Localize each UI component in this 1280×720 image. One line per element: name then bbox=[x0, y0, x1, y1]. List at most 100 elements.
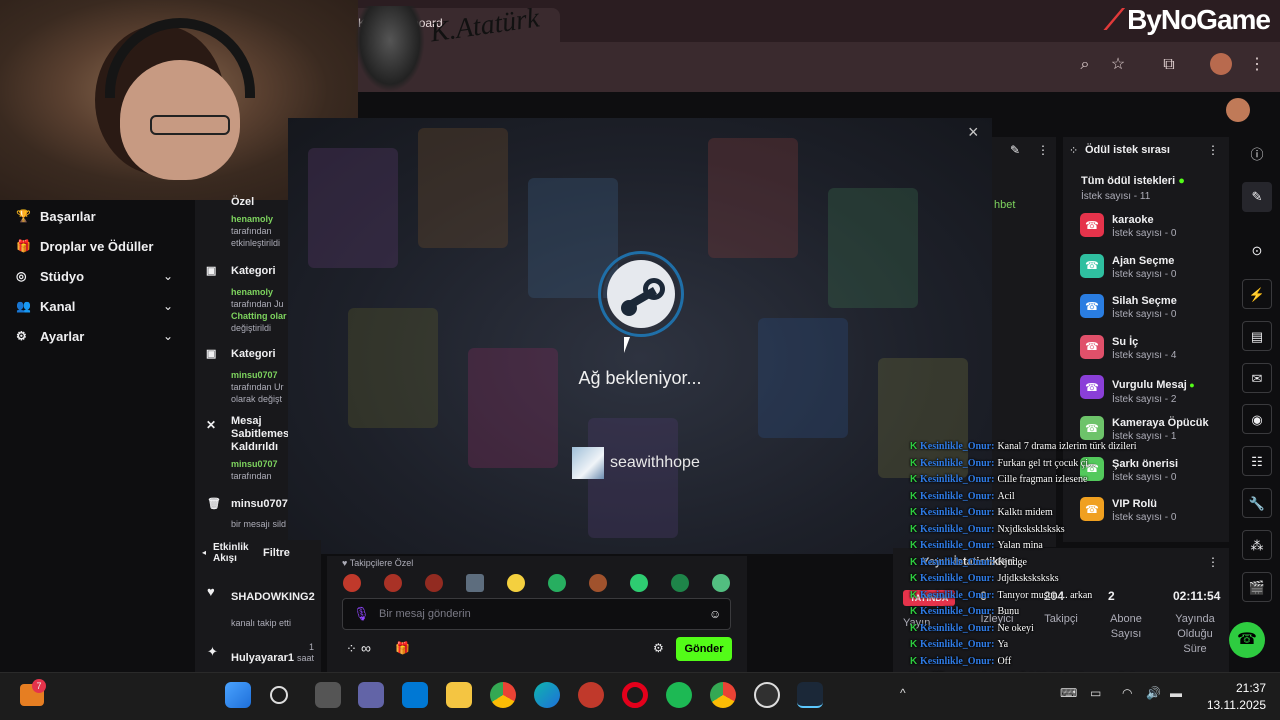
chat-message: K Kesinlikle_Onur: Acil bbox=[910, 491, 1015, 502]
extensions-icon[interactable]: ⧉ bbox=[1158, 54, 1180, 76]
nav-drops[interactable]: 🎁 Droplar ve Ödüller bbox=[16, 235, 153, 257]
edit-icon[interactable]: ✎ bbox=[1242, 182, 1272, 212]
info-icon[interactable]: ⓘ bbox=[1242, 140, 1272, 170]
emote-icon[interactable] bbox=[712, 574, 730, 592]
reward-item[interactable]: ☎ Su İç İstek sayısı - 4 bbox=[1080, 334, 1176, 369]
more-icon[interactable]: ⋮ bbox=[1246, 54, 1268, 76]
emote-icon[interactable] bbox=[425, 574, 443, 592]
volume-icon[interactable]: 🔊 bbox=[1146, 686, 1161, 700]
chat-username[interactable]: Kesinlikle_Onur: bbox=[920, 540, 994, 551]
chat-username[interactable]: Kesinlikle_Onur: bbox=[920, 623, 994, 634]
emote-icon[interactable] bbox=[507, 574, 525, 592]
document-icon[interactable]: ▤ bbox=[1242, 321, 1272, 351]
obs-icon[interactable] bbox=[754, 682, 780, 708]
gear-icon[interactable]: ⚙ bbox=[653, 641, 664, 655]
reward-item[interactable]: ☎ Silah Seçme İstek sayısı - 0 bbox=[1080, 294, 1177, 328]
more-icon[interactable]: ⋮ bbox=[1037, 143, 1049, 157]
edge-icon[interactable] bbox=[534, 682, 560, 708]
reward-text: Şarkı önerisi İstek sayısı - 0 bbox=[1112, 457, 1178, 485]
search-icon[interactable]: ⌕ bbox=[1074, 54, 1096, 76]
nodes-icon[interactable]: ⁂ bbox=[1242, 530, 1272, 560]
activity-user[interactable]: henamoly bbox=[231, 213, 291, 225]
emote-icon[interactable] bbox=[548, 574, 566, 592]
clip-icon[interactable]: 🎬 bbox=[1242, 572, 1272, 602]
emote-icon[interactable] bbox=[466, 574, 484, 592]
youtube-icon[interactable] bbox=[578, 682, 604, 708]
taskview-icon[interactable] bbox=[315, 682, 341, 708]
emote-icon[interactable] bbox=[384, 574, 402, 592]
filter-button[interactable]: Filtre bbox=[263, 547, 290, 559]
chevron-up-icon[interactable]: ^ bbox=[900, 686, 906, 700]
feed-user[interactable]: Hulyayarar1 bbox=[231, 652, 294, 664]
chevron-down-icon[interactable]: ⌄ bbox=[163, 299, 173, 313]
chat-username[interactable]: Kesinlikle_Onur: bbox=[920, 458, 994, 469]
chat-username[interactable]: Kesinlikle_Onur: bbox=[920, 573, 994, 584]
close-icon[interactable]: × bbox=[968, 122, 979, 143]
display-icon[interactable]: ▭ bbox=[1090, 686, 1101, 700]
profile-avatar[interactable] bbox=[1210, 53, 1232, 75]
reward-item[interactable]: ☎ Vurgulu Mesaj ● İstek sayısı - 2 bbox=[1080, 375, 1195, 409]
chat-username[interactable]: Kesinlikle_Onur: bbox=[920, 656, 994, 667]
nav-achievements[interactable]: 🏆 Başarılar bbox=[16, 205, 96, 227]
opera-icon[interactable] bbox=[622, 682, 648, 708]
more-icon[interactable]: ⋮ bbox=[1207, 143, 1219, 157]
chat-username[interactable]: Kesinlikle_Onur: bbox=[920, 524, 994, 535]
search-icon[interactable] bbox=[270, 686, 288, 704]
chat-username[interactable]: Kesinlikle_Onur: bbox=[920, 639, 994, 650]
gift-icon[interactable]: 🎁 bbox=[395, 641, 410, 655]
layers-icon[interactable]: ☷ bbox=[1242, 446, 1272, 476]
keyboard-icon[interactable]: ⌨ bbox=[1060, 686, 1077, 700]
wrench-icon[interactable]: 🔧 bbox=[1242, 488, 1272, 518]
mic-icon[interactable]: 🎙 bbox=[353, 606, 370, 622]
send-button[interactable]: Gönder bbox=[676, 637, 732, 661]
clock[interactable]: 21:37 13.11.2025 bbox=[1207, 680, 1266, 714]
emote-icon[interactable] bbox=[630, 574, 648, 592]
windows-start-icon[interactable] bbox=[225, 682, 251, 708]
nav-settings[interactable]: ⚙ Ayarlar bbox=[16, 325, 84, 347]
chevron-down-icon[interactable]: ⌄ bbox=[163, 269, 173, 283]
wifi-icon[interactable]: ◠ bbox=[1122, 686, 1132, 700]
reward-item[interactable]: ☎ karaoke İstek sayısı - 0 bbox=[1080, 213, 1176, 247]
emote-icon[interactable] bbox=[343, 574, 361, 592]
chat-username[interactable]: Kesinlikle_Onur: bbox=[920, 474, 994, 485]
chat-icon[interactable]: ✉ bbox=[1242, 363, 1272, 393]
nav-channel[interactable]: 👥 Kanal bbox=[16, 295, 75, 317]
chat-username[interactable]: Kesinlikle_Onur: bbox=[920, 491, 994, 502]
chevron-down-icon[interactable]: ⌄ bbox=[163, 329, 173, 343]
steam-icon[interactable] bbox=[797, 682, 823, 708]
headset-support-button[interactable]: ☎ bbox=[1229, 622, 1265, 658]
activity-user[interactable]: minsu0707 bbox=[231, 458, 291, 470]
chat-username[interactable]: Kesinlikle_Onur: bbox=[920, 590, 994, 601]
chat-username[interactable]: Kesinlikle_Onur: bbox=[920, 507, 994, 518]
reward-item[interactable]: ☎ VIP Rolü İstek sayısı - 0 bbox=[1080, 497, 1176, 531]
store-icon[interactable] bbox=[402, 682, 428, 708]
star-icon[interactable]: ☆ bbox=[1107, 54, 1129, 76]
more-icon[interactable]: ⋮ bbox=[1207, 555, 1219, 569]
broadcast-icon[interactable]: ◉ bbox=[1242, 404, 1272, 434]
feed-user[interactable]: SHADOWKING2 bbox=[231, 591, 315, 603]
emoji-icon[interactable]: ☺ bbox=[709, 607, 721, 621]
battery-icon[interactable]: ▬ bbox=[1170, 686, 1182, 700]
emote-icon[interactable] bbox=[589, 574, 607, 592]
nav-studio[interactable]: ◎ Stüdyo bbox=[16, 265, 84, 287]
camera-icon[interactable]: ⊙ bbox=[1242, 236, 1272, 266]
edit-icon[interactable]: ✎ bbox=[1010, 143, 1020, 157]
chat-username[interactable]: Kesinlikle_Onur: bbox=[920, 441, 994, 452]
reward-count: İstek sayısı - 2 bbox=[1112, 394, 1177, 406]
chat-username[interactable]: Kesinlikle_Onur: bbox=[920, 557, 994, 568]
spotify-icon[interactable] bbox=[666, 682, 692, 708]
chrome-profile-icon[interactable] bbox=[710, 682, 736, 708]
activity-user[interactable]: minsu0707 bbox=[231, 369, 291, 381]
file-explorer-icon[interactable] bbox=[446, 682, 472, 708]
emote-icon[interactable] bbox=[671, 574, 689, 592]
reward-item[interactable]: ☎ Ajan Seçme İstek sayısı - 0 bbox=[1080, 253, 1176, 288]
nodes-icon[interactable]: ⁘ bbox=[346, 641, 357, 657]
teams-icon[interactable] bbox=[358, 682, 384, 708]
all-rewards-label[interactable]: Tüm ödül istekleri ● bbox=[1081, 175, 1185, 187]
chat-username[interactable]: Kesinlikle_Onur: bbox=[920, 606, 994, 617]
activity-user[interactable]: henamoly bbox=[231, 286, 291, 298]
chat-message-input[interactable]: 🎙 Bir mesaj gönderin ☺ bbox=[342, 598, 731, 630]
lightning-icon[interactable]: ⚡ bbox=[1242, 279, 1272, 309]
user-avatar[interactable] bbox=[1226, 98, 1250, 122]
chrome-icon[interactable] bbox=[490, 682, 516, 708]
